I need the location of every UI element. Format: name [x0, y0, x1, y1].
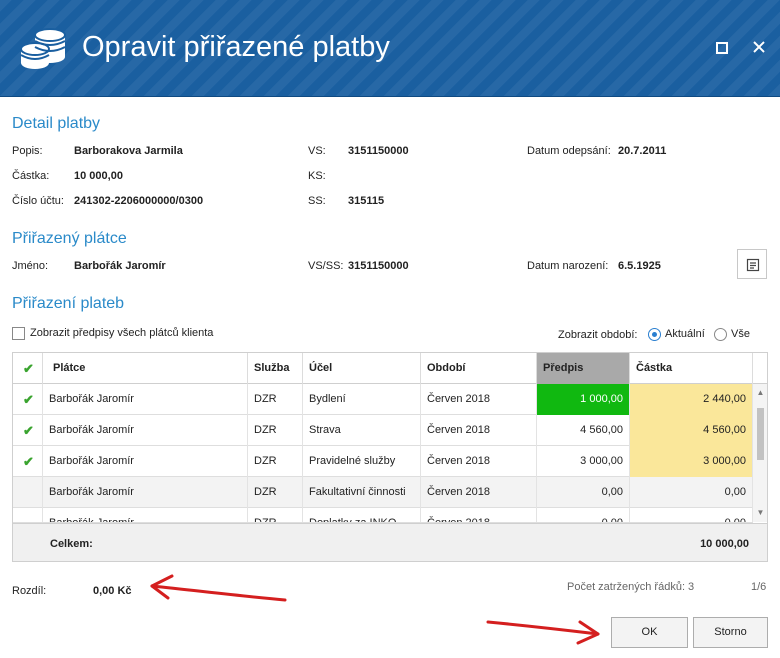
- annotation-arrow-rozdil: [150, 574, 287, 602]
- annotation-arrows: [150, 574, 600, 645]
- annotation-arrow-ok: [486, 620, 600, 645]
